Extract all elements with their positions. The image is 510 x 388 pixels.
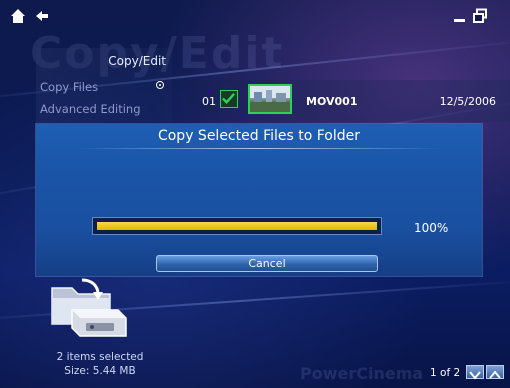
cancel-button[interactable]: Cancel [156,255,378,272]
back-arrow-icon[interactable] [34,8,50,24]
chevron-down-icon [469,371,481,380]
selection-info: 2 items selected Size: 5.44 MB [40,350,160,378]
chevron-up-icon [489,370,501,379]
app-window: Copy/Edit Copy/Edit Copy Fi [0,0,510,388]
file-row[interactable]: 01 MOV001 12/5/2006 [188,80,510,122]
menu-item-advanced-editing[interactable]: Advanced Editing [40,102,141,116]
brand-logo: PowerCinema [300,364,424,383]
progress-percent: 100% [414,221,449,235]
selection-size: Size: 5.44 MB [64,365,136,377]
page-down-button[interactable] [466,365,484,380]
copy-to-folder-icon [48,274,132,340]
selection-count: 2 items selected [56,351,144,363]
dialog-title-divider [76,148,442,149]
page-up-button[interactable] [486,365,504,379]
menu-item-copy-files[interactable]: Copy Files [40,80,164,94]
video-thumbnail[interactable] [248,84,292,114]
progress-bar [92,217,382,235]
checkmark-icon [222,93,236,104]
menu-header: Copy/Edit [108,54,166,68]
thumbnail-image-icon [250,86,290,112]
progress-bar-fill [97,222,377,230]
file-index: 01 [202,95,216,108]
file-name: MOV001 [306,95,358,108]
home-icon[interactable] [10,8,26,24]
left-menu: Copy/Edit Copy Files Advanced Editing [36,48,172,124]
menu-item-label: Advanced Editing [40,102,141,116]
minimize-icon[interactable] [452,8,468,24]
title-bar [0,0,510,32]
menu-item-label: Copy Files [40,80,99,94]
radio-selected-icon [156,81,164,89]
file-checkbox[interactable] [220,90,238,108]
file-date: 12/5/2006 [439,95,496,108]
restore-window-icon[interactable] [472,8,488,24]
pager-text: 1 of 2 [430,367,461,379]
dialog-title: Copy Selected Files to Folder [157,128,361,144]
copy-progress-dialog: Copy Selected Files to Folder 100% Cance… [36,124,482,276]
